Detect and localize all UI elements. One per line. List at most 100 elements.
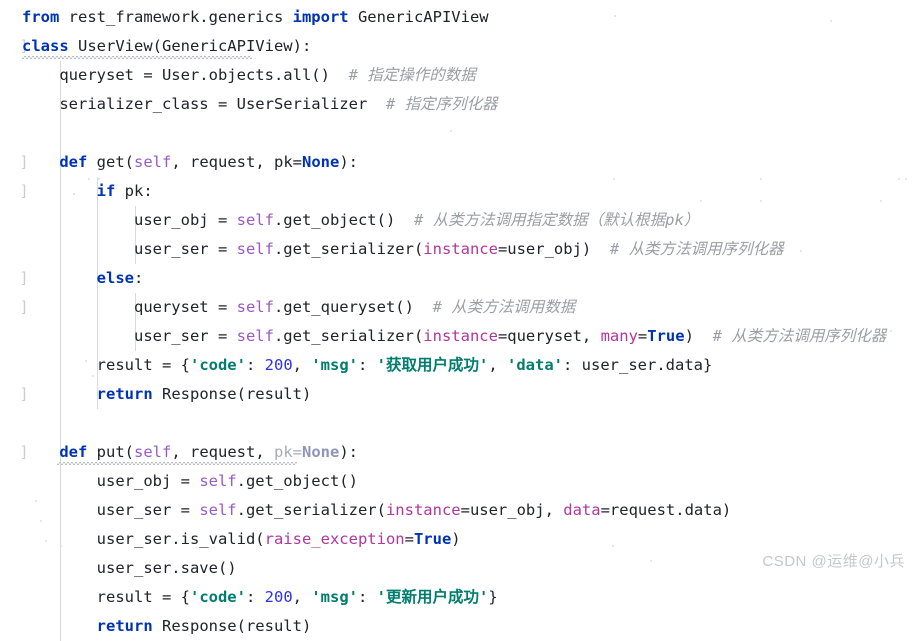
code-line[interactable]	[0, 119, 917, 148]
code-line[interactable]: from rest_framework.generics import Gene…	[0, 3, 917, 32]
code-editor[interactable]: ]]]]]]] from rest_framework.generics imp…	[0, 0, 917, 641]
code-token-kw: return	[96, 385, 153, 403]
code-token-self: self	[199, 501, 237, 519]
code-token-kw: if	[96, 182, 116, 200]
code-line[interactable]: user_obj = self.get_object()	[0, 467, 917, 496]
code-token-plain: rest_framework.generics	[59, 8, 293, 26]
code-line[interactable]: queryset = User.objects.all() # 指定操作的数据	[0, 61, 917, 90]
code-token-kw: None	[301, 153, 340, 171]
code-token-plain: ):	[339, 443, 358, 461]
code-token-plain: =user_obj,	[460, 501, 564, 519]
code-token-self: self	[236, 211, 274, 229]
code-token-cmt: # 指定序列化器	[367, 95, 498, 113]
code-token-kw: def	[59, 153, 88, 171]
code-line[interactable]: user_ser = self.get_serializer(instance=…	[0, 322, 917, 351]
code-token-cmt: # 指定操作的数据	[329, 66, 476, 84]
code-line[interactable]: user_obj = self.get_object() # 从类方法调用指定数…	[0, 206, 917, 235]
code-token-plain: =queryset,	[497, 327, 601, 345]
code-token-self: self	[199, 472, 237, 490]
code-token-str: 'code'	[189, 588, 246, 606]
code-token-cmt: # 从类方法调用序列化器	[591, 240, 784, 258]
code-token-plain: =request.data)	[600, 501, 732, 519]
code-token-plain: .get_serializer(	[236, 501, 386, 519]
code-token-plain: .get_object()	[273, 211, 396, 229]
code-token-plain: : user_ser.data}	[563, 356, 713, 374]
code-token-str: 'data'	[507, 356, 564, 374]
code-line[interactable]: if pk:	[0, 177, 917, 206]
code-token-kwarg: many	[600, 327, 638, 345]
code-line[interactable]	[0, 409, 917, 438]
code-token-plain: Response(result)	[152, 385, 312, 403]
code-line[interactable]: return Response(result)	[0, 380, 917, 409]
code-token-plain: :	[133, 269, 144, 287]
code-token-dim: pk=	[273, 443, 302, 461]
code-token-kwarg: instance	[423, 327, 498, 345]
code-line[interactable]: result = {'code': 200, 'msg': '获取用户成功', …	[0, 351, 917, 380]
code-token-plain: GenericAPIView	[348, 8, 489, 26]
code-token-kw: def	[59, 443, 88, 461]
code-token-str: '更新用户成功'	[376, 588, 489, 606]
code-token-kwarg: raise_exception	[264, 530, 405, 548]
code-token-kw: True	[647, 327, 685, 345]
code-token-plain: Response(result)	[152, 617, 312, 635]
code-token-plain: user_obj =	[22, 472, 200, 490]
code-token-plain: pk:	[115, 182, 153, 200]
code-token-cmt: # 从类方法调用指定数据（默认根据pk）	[395, 211, 700, 229]
code-token-plain: :	[358, 588, 377, 606]
code-token-plain: ,	[292, 356, 312, 374]
code-token-self: self	[134, 153, 172, 171]
code-token-plain: }	[488, 588, 498, 606]
code-line[interactable]: return Response(result)	[0, 612, 917, 641]
code-token-plain: =	[404, 530, 414, 548]
code-token-dimkw: None	[301, 443, 340, 461]
code-token-plain: serializer_class = UserSerializer	[22, 95, 368, 113]
code-line[interactable]: user_ser = self.get_serializer(instance=…	[0, 235, 917, 264]
code-line[interactable]: def get(self, request, pk=None):	[0, 148, 917, 177]
code-token-str: '获取用户成功'	[376, 356, 489, 374]
code-token-plain: queryset =	[22, 298, 237, 316]
inspection-underline	[22, 56, 252, 59]
code-token-num: 200	[264, 356, 293, 374]
code-line[interactable]: user_ser = self.get_serializer(instance=…	[0, 496, 917, 525]
code-token-str: 'code'	[189, 356, 246, 374]
code-token-plain: )	[684, 327, 694, 345]
code-token-plain: )	[451, 530, 461, 548]
inspection-underline	[57, 462, 297, 465]
code-token-plain: put(	[87, 443, 134, 461]
code-token-plain: UserView(GenericAPIView):	[68, 37, 312, 55]
code-token-plain: user_ser =	[22, 327, 237, 345]
code-token-plain: :	[358, 356, 377, 374]
code-line[interactable]: result = {'code': 200, 'msg': '更新用户成功'}	[0, 583, 917, 612]
code-token-self: self	[236, 240, 274, 258]
code-token-kw: class	[22, 37, 69, 55]
code-token-plain: :	[245, 588, 265, 606]
code-token-plain: user_ser.save()	[22, 559, 237, 577]
code-token-plain: user_ser.is_valid(	[22, 530, 265, 548]
code-token-plain: =user_obj)	[497, 240, 592, 258]
code-token-kwarg: data	[563, 501, 601, 519]
code-token-self: self	[134, 443, 172, 461]
code-line[interactable]: else:	[0, 264, 917, 293]
code-token-str: 'msg'	[311, 356, 358, 374]
code-token-plain: .get_queryset()	[273, 298, 414, 316]
code-token-plain: .get_serializer(	[273, 240, 424, 258]
code-line[interactable]: serializer_class = UserSerializer # 指定序列…	[0, 90, 917, 119]
code-token-kw: True	[413, 530, 452, 548]
code-token-plain: , request,	[171, 443, 274, 461]
code-token-plain: pk=	[273, 153, 302, 171]
code-token-kwarg: instance	[385, 501, 461, 519]
code-token-plain: user_ser =	[22, 240, 237, 258]
code-token-kwarg: instance	[423, 240, 498, 258]
code-token-cmt: # 从类方法调用序列化器	[693, 327, 887, 345]
code-token-plain: ,	[488, 356, 508, 374]
code-token-kw: else	[96, 269, 134, 287]
code-line[interactable]: queryset = self.get_queryset() # 从类方法调用数…	[0, 293, 917, 322]
code-token-plain: =	[637, 327, 648, 345]
code-token-plain: user_ser =	[22, 501, 200, 519]
code-token-cmt: # 从类方法调用数据	[413, 298, 576, 316]
